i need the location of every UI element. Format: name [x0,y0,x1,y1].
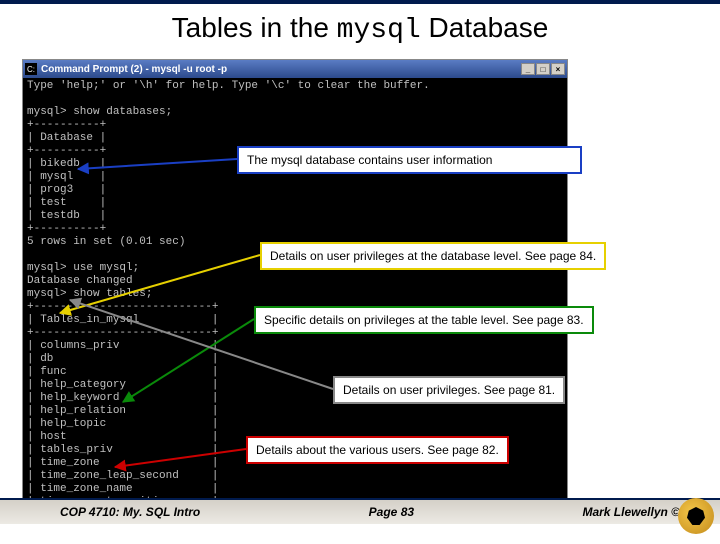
window-buttons: _ □ × [521,63,565,75]
window-titlebar: C: Command Prompt (2) - mysql -u root -p… [23,60,567,78]
ucf-logo [678,498,714,534]
callout-mysql-db: The mysql database contains user informa… [237,146,582,174]
footer: COP 4710: My. SQL Intro Page 83 Mark Lle… [0,498,720,524]
footer-page: Page 83 [369,505,414,519]
slide-title: Tables in the mysql Database [0,4,720,52]
maximize-button[interactable]: □ [536,63,550,75]
window-title: Command Prompt (2) - mysql -u root -p [41,64,521,75]
footer-author: Mark Llewellyn © [582,505,680,519]
footer-course: COP 4710: My. SQL Intro [60,505,200,519]
slide: Tables in the mysql Database C: Command … [0,0,720,540]
bottom-strip [0,524,720,540]
close-button[interactable]: × [551,63,565,75]
title-post: Database [421,12,549,43]
callout-tables-priv: Specific details on privileges at the ta… [254,306,594,334]
title-pre: Tables in the [172,12,337,43]
callout-user: Details about the various users. See pag… [246,436,509,464]
cmd-icon: C: [25,63,37,75]
title-mono: mysql [337,15,421,46]
callout-db-priv: Details on user privileges at the databa… [260,242,606,270]
minimize-button[interactable]: _ [521,63,535,75]
callout-columns-priv: Details on user privileges. See page 81. [333,376,565,404]
